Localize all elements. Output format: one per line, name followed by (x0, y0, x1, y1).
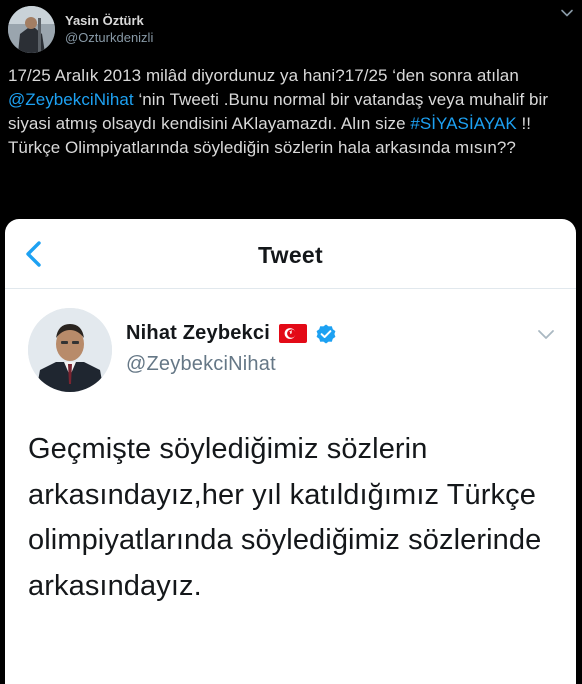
screenshot-avatar (28, 308, 112, 392)
attached-image[interactable]: Tweet Nihat Zeybekci @ZeybekciNihat Geçm… (5, 219, 576, 684)
tweet-header: Yasin Öztürk @Ozturkdenizli (8, 6, 153, 53)
hashtag-link[interactable]: #SİYASİAYAK (410, 114, 516, 133)
screenshot-topbar: Tweet (5, 219, 576, 289)
tweet-text: 17/25 Aralık 2013 milâd diyordunuz ya ha… (8, 64, 580, 160)
chevron-down-icon (536, 327, 556, 341)
screenshot-title: Tweet (258, 242, 323, 268)
author-avatar[interactable] (8, 6, 55, 53)
mention-link[interactable]: @ZeybekciNihat (8, 90, 134, 109)
verified-badge-icon (315, 323, 337, 345)
author-name[interactable]: Yasin Öztürk (65, 13, 153, 29)
author-handle[interactable]: @Ozturkdenizli (65, 30, 153, 46)
screenshot-author-handle: @ZeybekciNihat (126, 353, 276, 375)
screenshot-author-name: Nihat Zeybekci (126, 322, 270, 344)
turkey-flag-icon (278, 324, 307, 343)
screenshot-tweet-text: Geçmişte söylediğimiz sözlerin arkasında… (28, 433, 542, 602)
chevron-down-icon[interactable] (560, 6, 574, 20)
tweet-text-part: 17/25 Aralık 2013 milâd diyordunuz ya ha… (8, 66, 519, 85)
